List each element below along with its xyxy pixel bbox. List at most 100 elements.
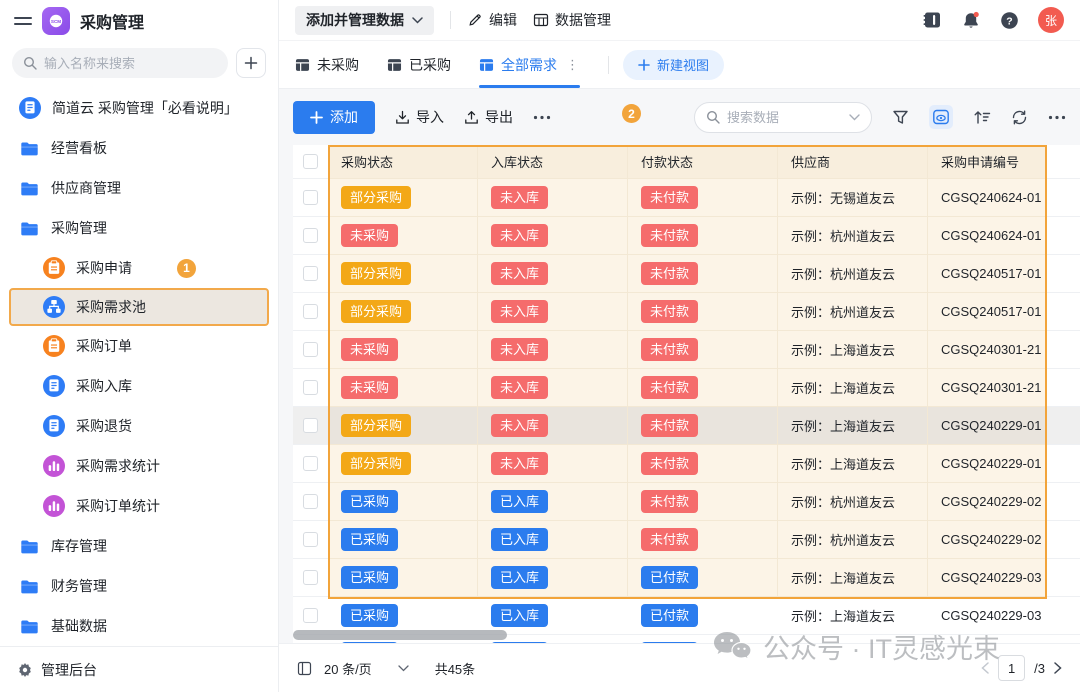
status-badge: 部分采购 [341,414,411,437]
row-checkbox[interactable] [303,266,318,281]
sidebar-item-9[interactable]: 采购需求统计 [9,446,269,486]
row-checkbox[interactable] [303,494,318,509]
row-checkbox[interactable] [303,190,318,205]
status-badge: 未入库 [491,224,548,247]
table-search-field[interactable] [727,110,842,125]
refresh-icon[interactable] [1011,109,1028,126]
column-header-入库状态[interactable]: 入库状态 [478,145,628,179]
chevron-down-icon[interactable] [849,114,860,121]
sidebar-item-4[interactable]: 采购申请1 [9,248,269,288]
sidebar-item-12[interactable]: 财务管理 [9,566,269,606]
prev-page-icon[interactable] [981,662,989,674]
row-checkbox[interactable] [303,418,318,433]
tab-已采购[interactable]: 已采购 [387,41,451,88]
column-header-采购状态[interactable]: 采购状态 [328,145,478,179]
row-checkbox-cell [293,179,328,217]
help-icon[interactable]: ? [1000,11,1019,30]
table-row[interactable]: 部分采购未入库未付款示例：无锡道友云CGSQ240624-01 [293,179,1080,217]
table-row[interactable]: 部分采购未入库未付款示例：杭州道友云CGSQ240517-01 [293,255,1080,293]
table-view-icon [479,58,494,72]
export-button[interactable]: 导出 [464,107,513,127]
row-filler-cell [1046,179,1080,217]
field-display-icon[interactable] [929,105,953,129]
table-row[interactable]: 部分采购未入库未付款示例：上海道友云CGSQ240229-01 [293,407,1080,445]
sidebar-item-5[interactable]: 采购需求池 [9,288,269,326]
sidebar-item-3[interactable]: 采购管理 [9,208,269,248]
filter-icon[interactable] [892,109,909,126]
row-checkbox[interactable] [303,380,318,395]
table-row[interactable]: 部分采购未入库未付款示例：上海道友云CGSQ240229-01 [293,445,1080,483]
table-row[interactable]: 已采购已入库未付款示例：杭州道友云CGSQ240229-02 [293,521,1080,559]
admin-backend-button[interactable]: 管理后台 [0,646,278,692]
sidebar-item-10[interactable]: 采购订单统计 [9,486,269,526]
import-button[interactable]: 导入 [395,107,444,127]
next-page-icon[interactable] [1054,662,1062,674]
clipboard-icon [43,335,65,357]
row-checkbox[interactable] [303,456,318,471]
sidebar-item-11[interactable]: 库存管理 [9,526,269,566]
sidebar-item-7[interactable]: 采购入库 [9,366,269,406]
row-filler-cell [1046,407,1080,445]
pager: 1 /3 [981,655,1062,681]
table-row[interactable]: 部分采购未入库未付款示例：杭州道友云CGSQ240517-01 [293,293,1080,331]
status-badge: 未付款 [641,452,698,475]
request-no-cell: CGSQ240229-02 [928,483,1046,521]
row-checkbox[interactable] [303,228,318,243]
page-size-label: 20 条/页 [324,659,372,678]
tab-未采购[interactable]: 未采购 [295,41,359,88]
table-row[interactable]: 未采购未入库未付款示例：上海道友云CGSQ240301-21 [293,369,1080,407]
table-row[interactable]: 已采购已入库已付款示例：上海道友云CGSQ240229-03 [293,559,1080,597]
horizontal-scrollbar[interactable] [293,630,507,640]
row-checkbox-cell [293,293,328,331]
sidebar-search-input[interactable] [12,48,228,78]
table-row[interactable]: 未采购未入库未付款示例：上海道友云CGSQ240301-21 [293,331,1080,369]
sidebar-item-8[interactable]: 采购退货 [9,406,269,446]
tab-全部需求[interactable]: 全部需求⋮ [479,41,580,88]
add-form-button[interactable] [236,48,266,78]
row-checkbox[interactable] [303,304,318,319]
notebook-icon[interactable] [922,11,942,29]
collapse-menu-icon[interactable] [14,14,32,28]
sidebar-item-1[interactable]: 经营看板 [9,128,269,168]
more-actions-icon[interactable] [533,115,551,120]
supplier-cell: 示例：无锡道友云 [778,179,928,217]
supplier-cell: 示例：杭州道友云 [778,483,928,521]
current-page-input[interactable]: 1 [998,655,1025,681]
status-cell: 部分采购 [328,407,478,445]
table-row[interactable]: 已采购已入库未付款示例：杭州道友云CGSQ240229-02 [293,483,1080,521]
edit-button[interactable]: 编辑 [467,10,517,30]
add-record-button[interactable]: 添加 [293,101,375,134]
sidebar-item-6[interactable]: 采购订单 [9,326,269,366]
status-cell: 已采购 [328,559,478,597]
table-search-box[interactable] [694,102,872,133]
status-cell: 未付款 [628,521,778,559]
status-badge: 未付款 [641,186,698,209]
tab-menu-icon[interactable]: ⋮ [566,57,580,73]
row-checkbox[interactable] [303,570,318,585]
status-cell: 已付款 [628,635,778,643]
table-row[interactable]: 未采购未入库未付款示例：杭州道友云CGSQ240624-01 [293,217,1080,255]
sidebar-item-label: 供应商管理 [51,178,121,198]
select-all-checkbox[interactable] [303,154,318,169]
sidebar-item-2[interactable]: 供应商管理 [9,168,269,208]
column-header-采购申请编号[interactable]: 采购申请编号 [928,145,1046,179]
page-size-select[interactable]: 20 条/页 [297,659,409,678]
notification-bell-icon[interactable] [961,11,981,30]
add-and-manage-data-button[interactable]: 添加并管理数据 [295,6,434,35]
row-checkbox[interactable] [303,532,318,547]
sidebar-search-field[interactable] [44,56,217,71]
data-manage-button[interactable]: 数据管理 [533,10,611,30]
row-checkbox[interactable] [303,342,318,357]
new-view-button[interactable]: 新建视图 [623,50,724,80]
status-cell: 已采购 [328,521,478,559]
svg-text:SCM: SCM [51,19,61,24]
sidebar-item-13[interactable]: 基础数据 [9,606,269,646]
status-cell: 未入库 [478,445,628,483]
column-header-付款状态[interactable]: 付款状态 [628,145,778,179]
more-view-options-icon[interactable] [1048,115,1066,120]
user-avatar[interactable]: 张 [1038,7,1064,33]
sidebar-item-0[interactable]: 简道云 采购管理「必看说明」 [9,88,269,128]
column-header-供应商[interactable]: 供应商 [778,145,928,179]
sort-icon[interactable] [973,109,991,125]
row-checkbox[interactable] [303,608,318,623]
